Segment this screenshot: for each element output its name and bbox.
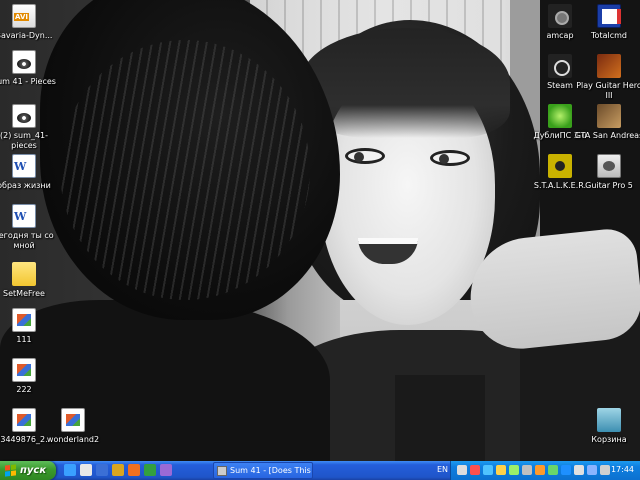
desktop-icon-bavaria[interactable]: Bavaria-Dyn...: [0, 4, 59, 41]
desktop-icon-sum41-pieces-2[interactable]: (2) sum_41-pieces: [0, 104, 59, 151]
desktop-icon-obraz-zhizni[interactable]: образ жизни: [0, 154, 59, 191]
word-document-icon: [12, 204, 36, 228]
desktop-icon-sum41-pieces[interactable]: Sum 41 - Pieces: [0, 50, 59, 87]
audio-file-icon: [12, 104, 36, 128]
tray-icon-11[interactable]: [587, 465, 597, 475]
desktop-icon-guitar-pro[interactable]: Guitar Pro 5: [574, 154, 640, 191]
camera-icon: [548, 4, 572, 28]
tray-icon-5[interactable]: [509, 465, 519, 475]
audio-file-icon: [12, 50, 36, 74]
desktop-icon-222[interactable]: 222: [0, 358, 59, 395]
tray-icon-12[interactable]: [600, 465, 610, 475]
quick-launch-icon-4[interactable]: [112, 464, 124, 476]
image-file-icon: [12, 358, 36, 382]
tray-icon-1[interactable]: [457, 465, 467, 475]
windows-logo-icon: [5, 464, 16, 477]
desktop-icon-wonderland2[interactable]: wonderland2: [38, 408, 108, 445]
taskbar-button-sum41[interactable]: Sum 41 - [Does This L...: [213, 462, 313, 479]
wallpaper-eye-left: [345, 148, 385, 164]
desktop-icon-setmefree[interactable]: SetMeFree: [0, 256, 59, 299]
clock[interactable]: 17:44: [611, 465, 634, 474]
steam-icon: [548, 54, 572, 78]
dubli-icon: [548, 104, 572, 128]
wallpaper-boy-strands: [60, 40, 310, 300]
quick-launch-icon-1[interactable]: [64, 464, 76, 476]
guitar-hero-icon: [597, 54, 621, 78]
tray-icon-3[interactable]: [483, 465, 493, 475]
start-button[interactable]: пуск: [0, 461, 56, 480]
image-file-icon: [12, 408, 36, 432]
recycle-bin-icon: [597, 408, 621, 432]
word-document-icon: [12, 154, 36, 178]
gta-icon: [597, 104, 621, 128]
guitar-pro-icon: [597, 154, 621, 178]
image-file-icon: [61, 408, 85, 432]
system-tray: 17:44: [450, 461, 640, 480]
quick-launch-icon-2[interactable]: [80, 464, 92, 476]
desktop-icon-totalcmd[interactable]: Totalcmd: [574, 4, 640, 41]
language-indicator[interactable]: EN: [437, 465, 448, 474]
desktop-icon-segodnya[interactable]: сегодня ты со мной: [0, 204, 59, 251]
tray-icon-2[interactable]: [470, 465, 480, 475]
quick-launch-icon-5[interactable]: [128, 464, 140, 476]
quick-launch-icon-7[interactable]: [160, 464, 172, 476]
tray-icon-8[interactable]: [548, 465, 558, 475]
desktop-icon-111[interactable]: 111: [0, 308, 59, 345]
wallpaper-girl-shirt: [395, 375, 485, 461]
folder-icon: [12, 262, 36, 286]
wallpaper-eye-right: [430, 150, 470, 166]
desktop-icon-guitar-hero[interactable]: Play Guitar Hero III: [574, 54, 640, 101]
image-file-icon: [12, 308, 36, 332]
tray-icon-6[interactable]: [522, 465, 532, 475]
quick-launch-icon-6[interactable]: [144, 464, 156, 476]
tray-icon-7[interactable]: [535, 465, 545, 475]
desktop-icon-recycle-bin[interactable]: Корзина: [574, 408, 640, 445]
media-player-icon: [217, 465, 227, 476]
tray-icon-10[interactable]: [574, 465, 584, 475]
taskbar: пуск Sum 41 - [Does This L... EN 17:44: [0, 461, 640, 480]
start-label: пуск: [20, 465, 47, 476]
desktop-icon-gta[interactable]: GTA San Andreas: [574, 104, 640, 141]
taskbar-button-label: Sum 41 - [Does This L...: [230, 466, 312, 475]
quick-launch-icon-3[interactable]: [96, 464, 108, 476]
total-commander-icon: [597, 4, 621, 28]
tray-icon-4[interactable]: [496, 465, 506, 475]
avi-file-icon: [12, 4, 36, 28]
stalker-icon: [548, 154, 572, 178]
tray-icon-9[interactable]: [561, 465, 571, 475]
